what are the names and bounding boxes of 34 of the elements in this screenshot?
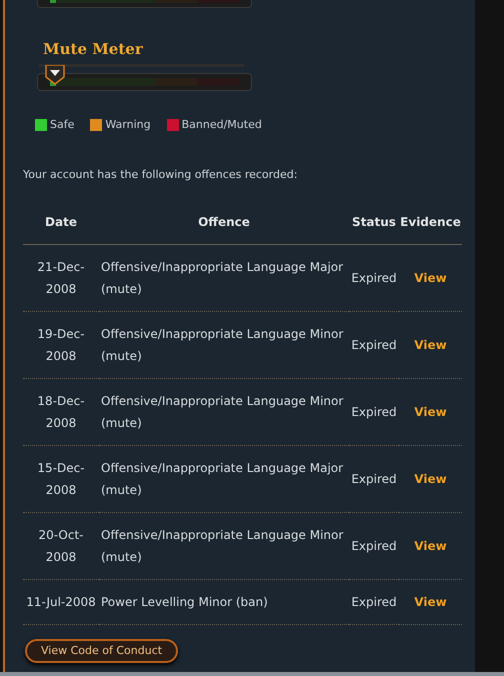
view-link[interactable]: View [414, 594, 447, 608]
view-link[interactable]: View [414, 404, 447, 418]
status-cell: Expired [349, 579, 399, 624]
section-title: Mute Meter [43, 39, 144, 60]
view-link[interactable]: View [414, 472, 447, 486]
legend-label: Banned/Muted [182, 116, 262, 132]
date-cell: 18-Dec-2008 [23, 378, 99, 445]
status-cell: Expired [349, 311, 399, 378]
status-cell: Expired [349, 378, 399, 445]
date-cell: 20-Oct-2008 [23, 512, 99, 579]
offence-cell: Offensive/Inappropriate Language Minor (mute) [99, 512, 349, 579]
intro-text: Your account has the following offences recorded: [23, 167, 298, 183]
column-header: Status [349, 200, 399, 244]
offence-cell: Offensive/Inappropriate Language Minor (mute) [99, 311, 349, 378]
column-header: Evidence [399, 200, 462, 244]
view-link[interactable]: View [414, 338, 447, 352]
date-cell: 21-Dec-2008 [23, 244, 99, 311]
date-cell: 19-Dec-2008 [23, 311, 99, 378]
legend-label: Safe [50, 116, 74, 132]
view-link[interactable]: View [414, 538, 447, 552]
offence-cell: Offensive/Inappropriate Language Major (mute) [99, 445, 349, 512]
status-cell: Expired [349, 244, 399, 311]
view-link[interactable]: View [414, 270, 447, 284]
status-cell: Expired [349, 512, 399, 579]
column-header: Offence [99, 200, 349, 244]
legend-label: Warning [105, 116, 151, 132]
code-of-conduct-button[interactable]: View Code of Conduct [25, 638, 178, 663]
offence-cell: Offensive/Inappropriate Language Major (mute) [99, 244, 349, 311]
column-header: Date [23, 200, 99, 244]
status-cell: Expired [349, 445, 399, 512]
offence-cell: Offensive/Inappropriate Language Minor (mute) [99, 378, 349, 445]
offence-cell: Power Levelling Minor (ban) [99, 579, 349, 624]
date-cell: 11-Jul-2008 [23, 579, 99, 624]
date-cell: 15-Dec-2008 [23, 445, 99, 512]
